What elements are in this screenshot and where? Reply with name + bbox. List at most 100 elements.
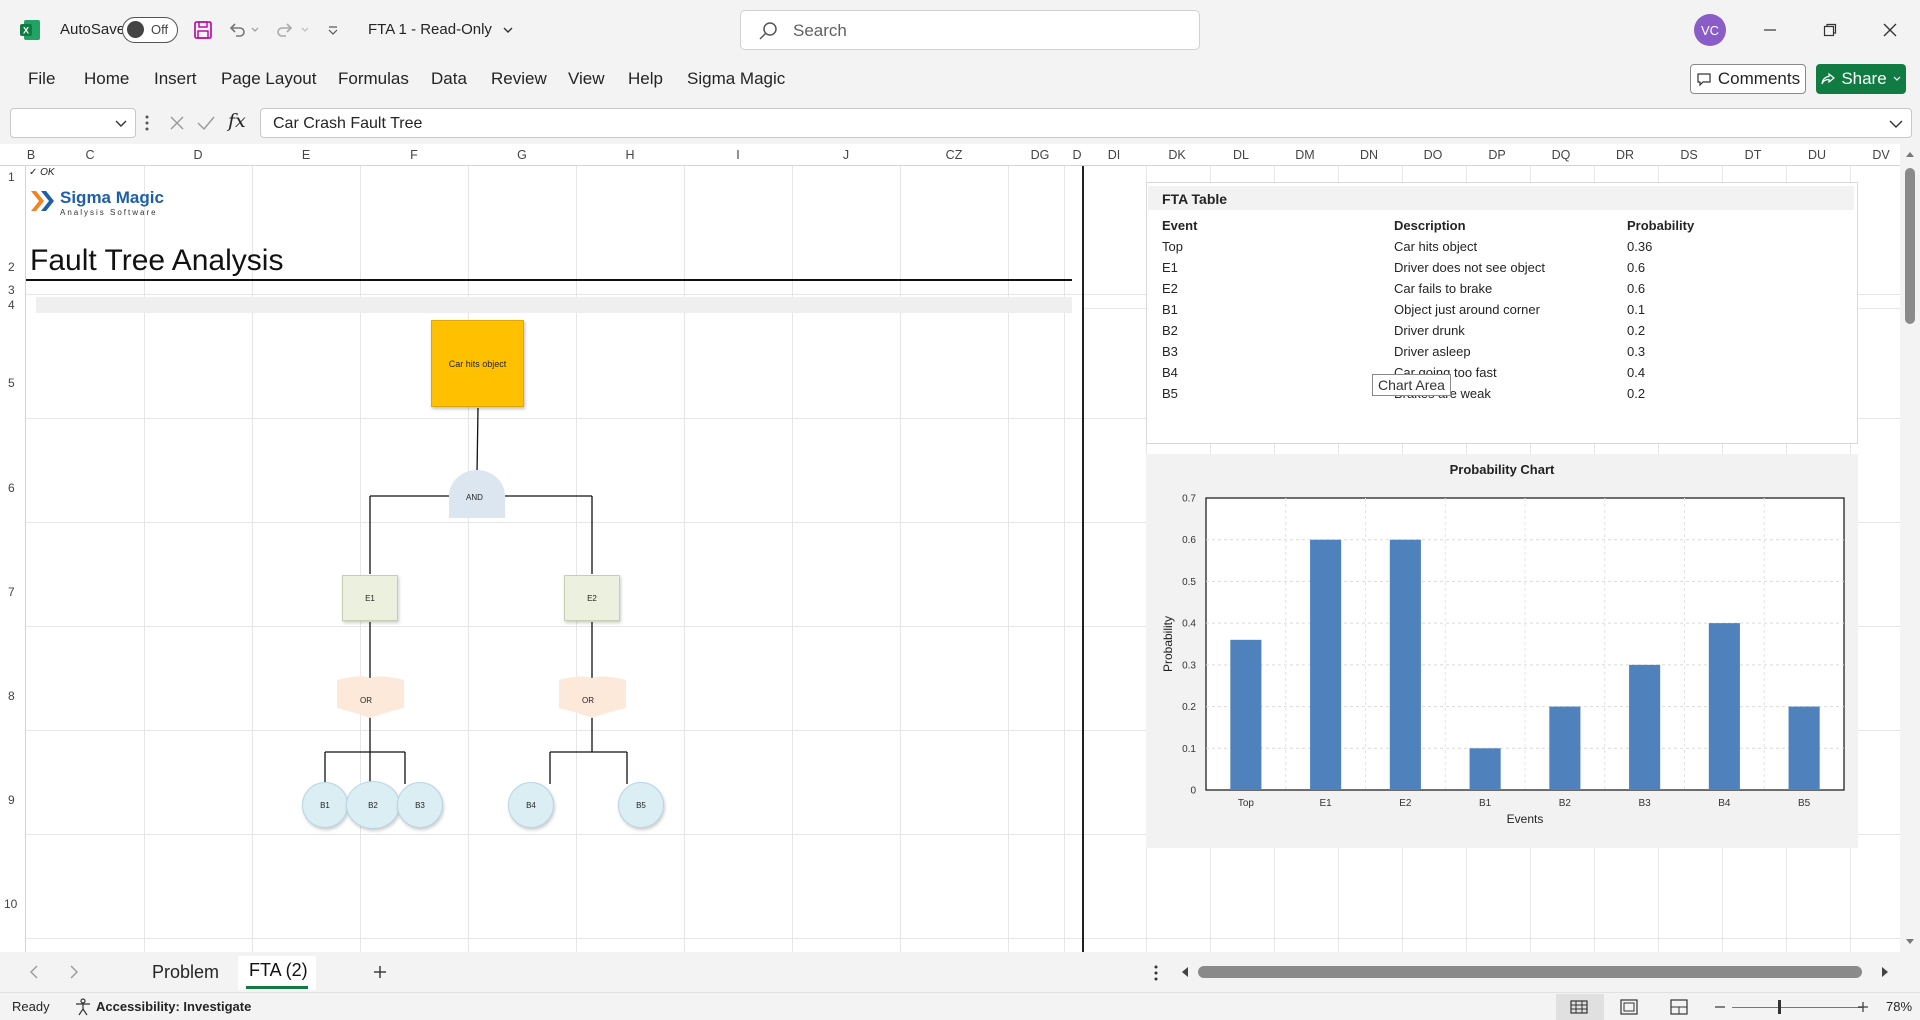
- basic-event-b5[interactable]: B5: [618, 782, 664, 828]
- redo-dropdown-icon[interactable]: [298, 17, 312, 43]
- vertical-scrollbar[interactable]: [1900, 144, 1920, 952]
- or-gate-label-e1[interactable]: OR: [360, 696, 372, 705]
- name-box[interactable]: [10, 108, 136, 138]
- col-header[interactable]: F: [410, 148, 418, 162]
- page-break-view-icon[interactable]: [1670, 999, 1688, 1015]
- scroll-left-icon[interactable]: [1180, 966, 1190, 978]
- insert-function-button[interactable]: fx: [228, 110, 246, 132]
- col-header[interactable]: DI: [1108, 148, 1121, 162]
- scroll-up-icon[interactable]: [1905, 150, 1915, 158]
- tab-insert[interactable]: Insert: [154, 69, 197, 89]
- scroll-right-icon[interactable]: [1880, 966, 1890, 978]
- event-node-e1[interactable]: E1: [342, 575, 398, 621]
- accessibility-icon[interactable]: [74, 998, 92, 1016]
- title-chevron-icon[interactable]: [502, 24, 514, 36]
- row-header[interactable]: 5: [8, 376, 15, 390]
- col-header[interactable]: DG: [1031, 148, 1050, 162]
- undo-icon[interactable]: [224, 17, 250, 43]
- next-sheet-icon[interactable]: [68, 964, 80, 980]
- sheet-tab-fta-2[interactable]: FTA (2): [249, 960, 308, 981]
- minimize-icon[interactable]: [1754, 14, 1786, 46]
- zoom-slider-thumb[interactable]: [1778, 1000, 1781, 1014]
- row-header[interactable]: 6: [8, 481, 15, 495]
- col-header[interactable]: E: [302, 148, 310, 162]
- basic-event-b3[interactable]: B3: [397, 782, 443, 828]
- col-header[interactable]: I: [736, 148, 739, 162]
- col-header[interactable]: DN: [1360, 148, 1378, 162]
- tab-sigma-magic[interactable]: Sigma Magic: [687, 69, 785, 89]
- name-box-chevron-icon[interactable]: [115, 119, 127, 129]
- tab-data[interactable]: Data: [431, 69, 467, 89]
- close-icon[interactable]: [1874, 14, 1906, 46]
- col-header[interactable]: DS: [1680, 148, 1697, 162]
- row-header[interactable]: 3: [8, 283, 15, 297]
- row-header[interactable]: 1: [8, 170, 15, 184]
- row-header[interactable]: 10: [4, 897, 17, 911]
- tab-review[interactable]: Review: [491, 69, 547, 89]
- row-header[interactable]: 8: [8, 689, 15, 703]
- or-gate-label-e2[interactable]: OR: [582, 696, 594, 705]
- normal-view-icon[interactable]: [1570, 1000, 1588, 1014]
- basic-event-b1[interactable]: B1: [302, 782, 348, 828]
- sheet-tab-problem[interactable]: Problem: [152, 962, 219, 983]
- tab-formulas[interactable]: Formulas: [338, 69, 409, 89]
- tab-view[interactable]: View: [568, 69, 605, 89]
- horizontal-scroll-thumb[interactable]: [1198, 966, 1862, 978]
- top-event-node[interactable]: Car hits object: [431, 320, 524, 407]
- col-header[interactable]: D: [1072, 148, 1081, 162]
- tab-home[interactable]: Home: [84, 69, 129, 89]
- and-gate-label[interactable]: AND: [466, 493, 483, 502]
- save-icon[interactable]: [190, 17, 216, 43]
- cancel-entry-icon[interactable]: [168, 114, 186, 132]
- row-header[interactable]: 7: [8, 585, 15, 599]
- col-header[interactable]: B: [27, 148, 35, 162]
- fta-table[interactable]: FTA Table Event Description Probability …: [1146, 182, 1858, 444]
- fault-tree-diagram[interactable]: Car hits object AND E1 E2 OR OR B1 B2 B3…: [280, 316, 680, 836]
- col-header[interactable]: DQ: [1552, 148, 1571, 162]
- probability-chart[interactable]: 0 0.1 0.2 0.3 0.4 0.5 0.6 0.7 Top E1 E2 B1 B2 B3 B4 B5 P…: [1146, 454, 1858, 848]
- tab-options-icon[interactable]: [1153, 964, 1159, 982]
- search-box[interactable]: Search: [740, 10, 1200, 50]
- col-header[interactable]: C: [85, 148, 94, 162]
- document-title[interactable]: FTA 1 - Read-Only: [368, 21, 492, 38]
- expand-formula-icon[interactable]: [1889, 119, 1903, 129]
- more-options-icon[interactable]: [144, 114, 150, 132]
- col-header[interactable]: H: [625, 148, 634, 162]
- comments-button[interactable]: Comments: [1690, 64, 1806, 94]
- scroll-down-icon[interactable]: [1905, 938, 1915, 946]
- event-node-e2[interactable]: E2: [564, 575, 620, 621]
- undo-dropdown-icon[interactable]: [248, 17, 262, 43]
- col-header[interactable]: DR: [1616, 148, 1634, 162]
- col-header[interactable]: DU: [1808, 148, 1826, 162]
- basic-event-b4[interactable]: B4: [508, 782, 554, 828]
- col-header[interactable]: J: [843, 148, 849, 162]
- redo-icon[interactable]: [272, 17, 298, 43]
- status-accessibility[interactable]: Accessibility: Investigate: [96, 999, 251, 1014]
- col-header[interactable]: D: [193, 148, 202, 162]
- vertical-scroll-thumb[interactable]: [1905, 168, 1915, 324]
- page-layout-view-icon[interactable]: [1620, 999, 1638, 1015]
- tab-file[interactable]: File: [28, 69, 55, 89]
- tab-page-layout[interactable]: Page Layout: [221, 69, 316, 89]
- restore-icon[interactable]: [1814, 14, 1846, 46]
- col-header[interactable]: DM: [1295, 148, 1314, 162]
- zoom-level[interactable]: 78%: [1886, 999, 1912, 1014]
- row-header[interactable]: 9: [8, 793, 15, 807]
- cell-a1-text[interactable]: ✓ OK: [29, 167, 55, 178]
- col-header[interactable]: DT: [1745, 148, 1762, 162]
- formula-input[interactable]: Car Crash Fault Tree: [260, 108, 1912, 138]
- zoom-slider-track[interactable]: [1732, 1007, 1862, 1008]
- zoom-out-icon[interactable]: [1714, 1005, 1726, 1009]
- col-header[interactable]: DV: [1872, 148, 1889, 162]
- col-header[interactable]: G: [517, 148, 527, 162]
- col-header[interactable]: DP: [1488, 148, 1505, 162]
- col-header[interactable]: DL: [1233, 148, 1249, 162]
- col-header[interactable]: DO: [1424, 148, 1443, 162]
- customize-toolbar-icon[interactable]: [320, 17, 346, 43]
- zoom-in-icon[interactable]: [1857, 1001, 1869, 1013]
- autosave-toggle[interactable]: Off: [122, 17, 178, 43]
- basic-event-b2[interactable]: B2: [346, 781, 400, 829]
- user-avatar[interactable]: VC: [1694, 14, 1726, 46]
- confirm-entry-icon[interactable]: [196, 114, 216, 132]
- prev-sheet-icon[interactable]: [28, 964, 40, 980]
